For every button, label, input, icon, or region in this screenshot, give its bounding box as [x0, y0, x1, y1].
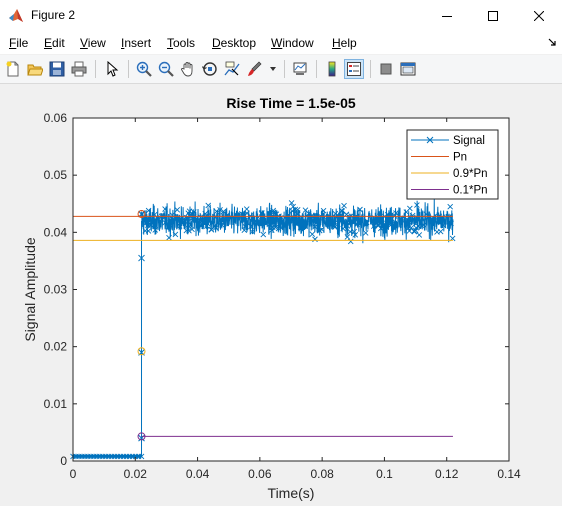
matlab-logo-icon — [8, 8, 24, 24]
new-figure-icon[interactable] — [3, 59, 23, 79]
menu-insert[interactable]: Insert — [121, 36, 151, 50]
zoom-out-icon[interactable] — [156, 59, 176, 79]
open-file-icon[interactable] — [25, 59, 45, 79]
link-plot-icon[interactable] — [290, 59, 310, 79]
x-tick-label: 0.12 — [435, 467, 459, 481]
chart-title: Rise Time = 1.5e-05 — [226, 95, 356, 111]
edit-plot-arrow-icon[interactable] — [102, 59, 122, 79]
data-cursor-icon[interactable] — [222, 59, 242, 79]
legend-label: 0.9*Pn — [453, 168, 488, 180]
close-icon — [534, 11, 544, 21]
y-tick-label: 0.06 — [44, 111, 68, 125]
brush-icon[interactable] — [244, 59, 264, 79]
show-plot-tools-icon[interactable] — [398, 59, 418, 79]
maximize-button[interactable] — [470, 0, 516, 32]
menu-desktop[interactable]: Desktop — [212, 36, 256, 50]
menu-edit[interactable]: Edit — [44, 36, 65, 50]
window-title: Figure 2 — [31, 8, 76, 22]
y-tick-label: 0.04 — [44, 225, 68, 239]
dock-arrow-icon[interactable] — [548, 38, 556, 46]
y-tick-label: 0.01 — [44, 397, 68, 411]
maximize-icon — [488, 11, 498, 21]
x-tick-label: 0.04 — [186, 467, 210, 481]
y-tick-label: 0 — [60, 454, 67, 468]
x-tick-label: 0.08 — [310, 467, 334, 481]
print-icon[interactable] — [69, 59, 89, 79]
legend-label: 0.1*Pn — [453, 185, 488, 197]
figure-area: Rise Time = 1.5e-05 Time(s) Signal Amplitu… — [0, 84, 562, 506]
menu-file[interactable]: File — [9, 36, 28, 50]
hide-plot-tools-icon[interactable] — [376, 59, 396, 79]
y-tick-label: 0.03 — [44, 283, 68, 297]
menu-tools[interactable]: Tools — [167, 36, 195, 50]
save-icon[interactable] — [47, 59, 67, 79]
zoom-in-icon[interactable] — [134, 59, 154, 79]
figure-toolbar — [0, 55, 562, 84]
menu-view[interactable]: View — [80, 36, 106, 50]
x-axis-label: Time(s) — [268, 485, 315, 501]
y-tick-label: 0.05 — [44, 168, 68, 182]
rotate-3d-icon[interactable] — [200, 59, 220, 79]
title-bar[interactable]: Figure 2 — [0, 0, 562, 32]
legend-label: Pn — [453, 152, 467, 164]
y-tick-label: 0.02 — [44, 340, 68, 354]
legend-label: Signal — [453, 135, 485, 147]
x-tick-label: 0.1 — [376, 467, 393, 481]
menu-window[interactable]: Window — [271, 36, 314, 50]
minimize-button[interactable] — [424, 0, 470, 32]
menu-bar: File Edit View Insert Tools Desktop Wind… — [0, 32, 562, 54]
x-tick-label: 0.14 — [497, 467, 521, 481]
figure-window: Figure 2 File Edit View Insert Tools Des… — [0, 0, 562, 506]
brush-dropdown-icon[interactable] — [266, 59, 280, 79]
plot-svg[interactable]: Rise Time = 1.5e-05 Time(s) Signal Amplitu… — [0, 84, 562, 506]
minimize-icon — [442, 16, 452, 17]
menu-help[interactable]: Help — [332, 36, 357, 50]
y-axis-label: Signal Amplitude — [22, 237, 38, 342]
close-button[interactable] — [516, 0, 562, 32]
colorbar-icon[interactable] — [322, 59, 342, 79]
x-tick-label: 0.06 — [248, 467, 272, 481]
pan-hand-icon[interactable] — [178, 59, 198, 79]
x-tick-label: 0.02 — [124, 467, 148, 481]
legend-icon[interactable] — [344, 59, 364, 79]
x-tick-label: 0 — [70, 467, 77, 481]
